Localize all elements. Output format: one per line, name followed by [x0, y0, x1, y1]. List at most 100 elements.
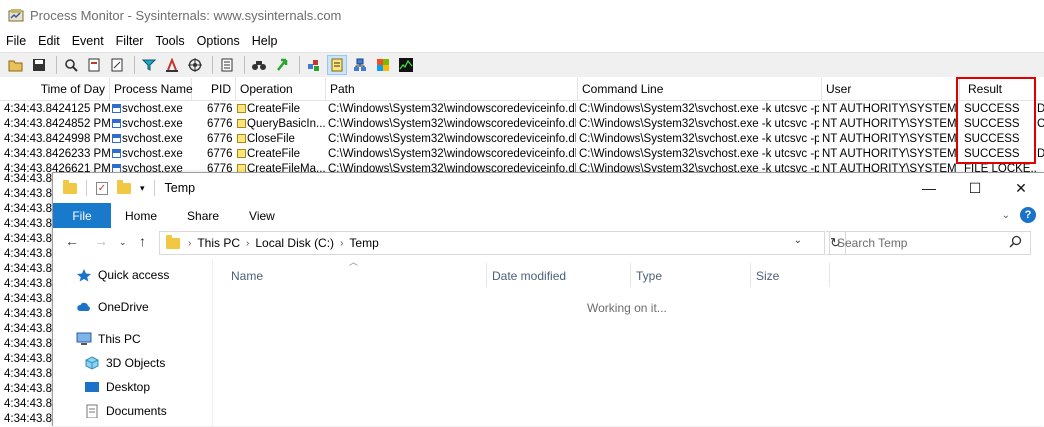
filter-icon[interactable] [139, 55, 159, 75]
nav-item-documents[interactable]: Documents [84, 401, 167, 421]
event-row[interactable]: 4:34:43.8424125 PM svchost.exe 6776 Crea… [0, 102, 1044, 117]
maximize-icon[interactable]: ☐ [952, 173, 998, 203]
column-time-of-day[interactable]: Time of Day [0, 78, 110, 101]
column-pid[interactable]: PID [192, 78, 236, 101]
process-icon [112, 119, 121, 128]
menu-file[interactable]: File [0, 34, 32, 48]
column-user[interactable]: User [822, 78, 960, 101]
tab-view[interactable]: View [234, 209, 290, 223]
expand-ribbon-icon[interactable]: ⌄ [1002, 210, 1010, 221]
menu-tools[interactable]: Tools [149, 34, 190, 48]
event-process: svchost.exe [112, 117, 192, 132]
desktop-icon [84, 380, 100, 394]
folder-icon [166, 234, 180, 249]
event-operation: CreateFileMa... [237, 162, 325, 172]
chevron-right-icon[interactable]: › [340, 238, 343, 249]
result-column-highlight [956, 77, 1036, 164]
save-icon[interactable] [29, 55, 49, 75]
target-icon[interactable] [185, 55, 205, 75]
breadcrumb-temp[interactable]: Temp [349, 236, 378, 250]
event-pid: 6776 [207, 163, 233, 172]
customize-qa-icon[interactable]: ▾ [140, 183, 145, 194]
menu-help[interactable]: Help [246, 34, 284, 48]
back-arrow-icon[interactable]: ← [65, 233, 79, 249]
event-row[interactable]: 4:34:43.8424998 PM svchost.exe 6776 Clos… [0, 132, 1044, 147]
column-process-name[interactable]: Process Name [110, 78, 193, 101]
tab-file[interactable]: File [53, 203, 111, 228]
menu-edit[interactable]: Edit [32, 34, 66, 48]
event-time-stub: 4:34:43.8 [4, 338, 52, 350]
file-operation-icon [237, 134, 246, 143]
breadcrumb-local-disk[interactable]: Local Disk (C:) [255, 236, 334, 250]
column-divider[interactable] [486, 263, 487, 287]
clear-icon[interactable] [107, 55, 127, 75]
event-row[interactable]: 4:34:43.8426233 PM svchost.exe 6776 Crea… [0, 147, 1044, 162]
search-input[interactable]: Search Temp [829, 231, 1031, 255]
menu-filter[interactable]: Filter [110, 34, 150, 48]
process-activity-icon[interactable] [373, 55, 393, 75]
toolbar-separator [153, 180, 155, 196]
network-activity-icon[interactable] [350, 55, 370, 75]
event-user: NT AUTHORITY\SYSTEM [822, 148, 957, 160]
minimize-icon[interactable]: — [906, 173, 952, 203]
file-activity-icon[interactable] [327, 55, 347, 75]
event-detail: C [1037, 118, 1044, 130]
chevron-right-icon[interactable]: › [246, 238, 249, 249]
chevron-right-icon[interactable]: › [188, 238, 191, 249]
nav-item-this-pc[interactable]: This PC [76, 329, 141, 349]
column-divider[interactable] [630, 263, 631, 287]
nav-item-3d-objects[interactable]: 3D Objects [84, 353, 165, 373]
column-divider[interactable] [829, 263, 830, 287]
nav-item-onedrive[interactable]: OneDrive [76, 297, 149, 317]
highlight-icon[interactable] [162, 55, 182, 75]
event-time-stub: 4:34:43.8 [4, 293, 52, 305]
column-name[interactable]: Name [231, 267, 263, 285]
event-path: C:\Windows\System32\windowscoredeviceinf… [328, 118, 576, 130]
new-folder-icon[interactable] [117, 179, 131, 194]
forward-arrow-icon[interactable]: → [94, 233, 108, 249]
event-time-stub: 4:34:43.8 [4, 353, 52, 365]
profiling-activity-icon[interactable] [396, 55, 416, 75]
column-operation[interactable]: Operation [236, 78, 326, 101]
tab-share[interactable]: Share [172, 209, 234, 223]
autoscroll-icon[interactable] [84, 55, 104, 75]
properties-icon[interactable]: ✓ [96, 181, 108, 195]
address-dropdown-icon[interactable]: ⌄ [794, 235, 802, 246]
column-date-modified[interactable]: Date modified [492, 267, 566, 285]
column-command-line[interactable]: Command Line [578, 78, 822, 101]
up-arrow-icon[interactable]: ↑ [139, 233, 146, 249]
procmon-title: Process Monitor - Sysinternals: www.sysi… [30, 7, 342, 23]
column-divider[interactable] [750, 263, 751, 287]
event-time-stub: 4:34:43.8 [4, 203, 52, 215]
nav-item-quick-access[interactable]: Quick access [76, 265, 169, 285]
find-icon[interactable] [249, 55, 269, 75]
column-type[interactable]: Type [636, 267, 662, 285]
event-command-line: C:\Windows\System32\svchost.exe -k utcsv… [579, 103, 819, 115]
help-icon[interactable]: ? [1020, 207, 1036, 223]
process-tree-icon[interactable] [217, 55, 237, 75]
menu-event[interactable]: Event [66, 34, 110, 48]
magnifier-icon[interactable] [61, 55, 81, 75]
event-operation: QueryBasicIn... [237, 117, 325, 132]
tab-home[interactable]: Home [111, 209, 172, 223]
event-detail: D [1037, 103, 1044, 115]
procmon-title-bar: Process Monitor - Sysinternals: www.sysi… [0, 0, 1044, 30]
breadcrumb-this-pc[interactable]: This PC [197, 236, 240, 250]
jump-icon[interactable] [272, 55, 292, 75]
toolbar-separator [56, 56, 57, 74]
address-bar[interactable]: › This PC › Local Disk (C:) › Temp ⌄ [159, 231, 825, 255]
nav-item-desktop[interactable]: Desktop [84, 377, 150, 397]
column-path[interactable]: Path [326, 78, 578, 101]
event-row[interactable]: 4:34:43.8426621 PM svchost.exe 6776 Crea… [0, 162, 1044, 172]
registry-activity-icon[interactable] [304, 55, 324, 75]
recent-locations-icon[interactable]: ⌄ [119, 237, 127, 248]
loading-status: Working on it... [587, 301, 667, 315]
column-size[interactable]: Size [756, 267, 779, 285]
event-command-line: C:\Windows\System32\svchost.exe -k utcsv… [579, 133, 819, 145]
menu-options[interactable]: Options [191, 34, 246, 48]
event-row[interactable]: 4:34:43.8424852 PM svchost.exe 6776 Quer… [0, 117, 1044, 132]
event-time-stub: 4:34:43.8 [4, 413, 52, 425]
open-icon[interactable] [6, 55, 26, 75]
explorer-title-bar[interactable]: ✓ ▾ Temp — ☐ ✕ [53, 173, 1044, 203]
close-icon[interactable]: ✕ [998, 173, 1044, 203]
